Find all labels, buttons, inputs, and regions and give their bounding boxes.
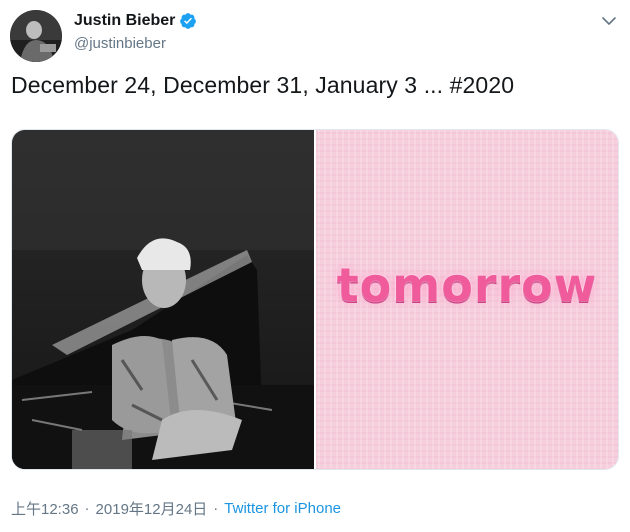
chevron-down-icon[interactable] [600,12,618,30]
tweet-card: Justin Bieber @justinbieber December 24,… [0,0,630,532]
author-handle[interactable]: @justinbieber [74,35,166,52]
tweet-date[interactable]: 2019年12月24日 [96,498,208,519]
author-display-name[interactable]: Justin Bieber [74,12,175,30]
tomorrow-wordmark: tomorrow [336,258,598,312]
tweet-time[interactable]: 上午12:36 [11,498,79,519]
meta-separator: · [84,500,90,517]
verified-badge-icon [179,12,197,30]
author-name-row[interactable]: Justin Bieber [74,12,197,30]
media-grid: tomorrow [11,129,619,470]
avatar[interactable] [10,10,62,62]
meta-separator-2: · [213,500,219,517]
tweet-text: December 24, December 31, January 3 ... … [11,72,515,98]
photo-justin-piano[interactable] [12,130,314,469]
tweet-meta: 上午12:36 · 2019年12月24日 · Twitter for iPho… [11,498,341,519]
tweet-source-link[interactable]: Twitter for iPhone [224,500,341,517]
photo-tomorrow-artwork[interactable]: tomorrow [316,130,618,469]
